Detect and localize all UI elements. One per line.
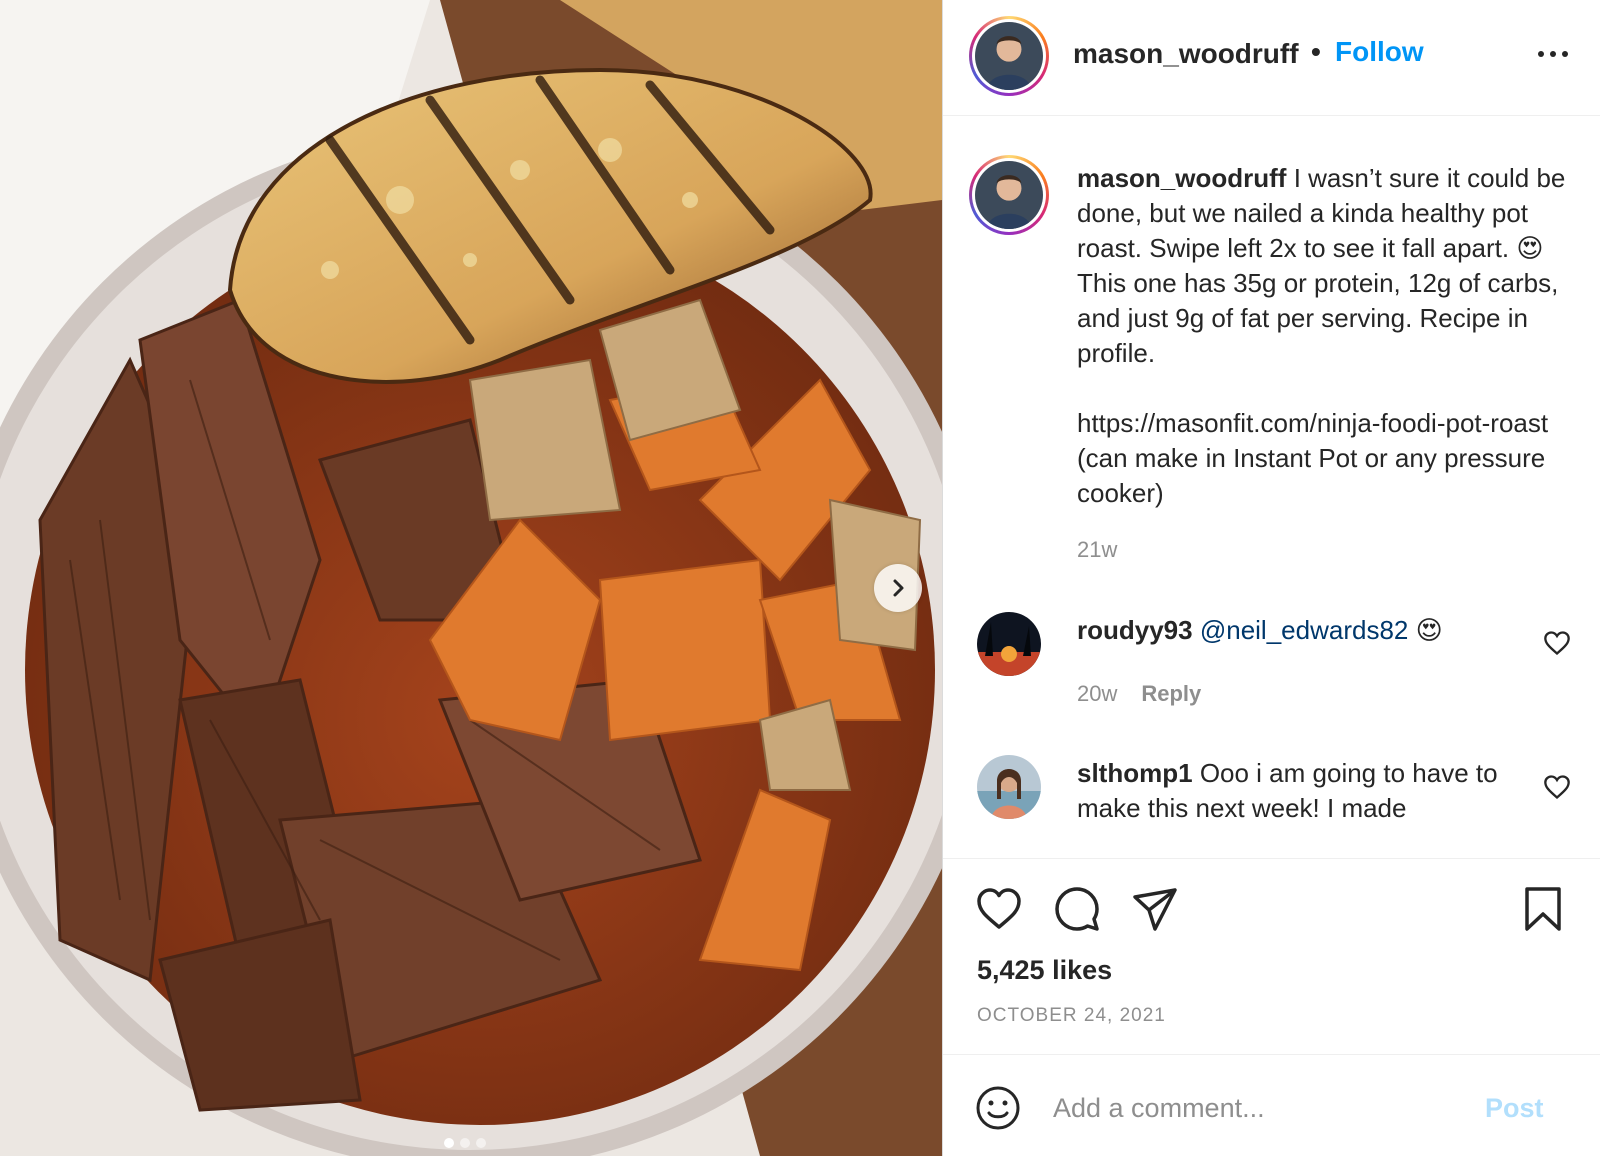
author-username[interactable]: mason_woodruff: [1073, 38, 1299, 70]
commenter-avatar[interactable]: [977, 612, 1041, 676]
caption-text-continued: This one has 35g or protein, 12g of carb…: [1077, 268, 1559, 368]
comment-username[interactable]: roudyy93: [1077, 615, 1193, 645]
heart-eyes-emoji: 😍: [1415, 615, 1443, 645]
post-caption: mason_woodruff I wasn’t sure it could be…: [1077, 161, 1577, 511]
reply-button[interactable]: Reply: [1141, 681, 1201, 707]
avatar-photo: [977, 612, 1041, 676]
comments-section[interactable]: mason_woodruff I wasn’t sure it could be…: [943, 117, 1600, 857]
carousel-dot-active: [444, 1138, 454, 1148]
follow-button[interactable]: Follow: [1335, 36, 1424, 68]
comment-mention[interactable]: @neil_edwards82: [1200, 615, 1409, 645]
carousel-indicator: [444, 1138, 486, 1148]
avatar-photo: [975, 22, 1043, 90]
post-side-panel: mason_woodruff • Follow mason_woodruff I…: [942, 0, 1600, 1156]
add-comment-input[interactable]: [1053, 1081, 1473, 1135]
bookmark-icon[interactable]: [1519, 885, 1567, 933]
post-comment-button[interactable]: Post: [1485, 1093, 1544, 1124]
more-horizontal-icon[interactable]: [1533, 42, 1573, 66]
post-photo[interactable]: [0, 0, 942, 1156]
carousel-dot: [476, 1138, 486, 1148]
avatar-photo: [977, 755, 1041, 819]
comment-username[interactable]: slthomp1: [1077, 758, 1193, 788]
comment-text: slthomp1 Ooo i am going to have to make …: [1077, 756, 1527, 826]
emoji-smiley-icon[interactable]: [975, 1085, 1021, 1131]
comment-like-heart-icon[interactable]: [1543, 629, 1571, 657]
author-avatar[interactable]: [969, 16, 1049, 96]
caption-link-text: https://masonfit.com/ninja-foodi-pot-roa…: [1077, 408, 1549, 508]
comment-like-heart-icon[interactable]: [1543, 773, 1571, 801]
post-date: OCTOBER 24, 2021: [977, 1005, 1166, 1026]
share-paper-plane-icon[interactable]: [1131, 885, 1179, 933]
chevron-right-icon: [893, 579, 904, 597]
comment-composer: Post: [943, 1054, 1600, 1156]
caption-timestamp[interactable]: 21w: [1077, 537, 1117, 563]
avatar-photo: [975, 161, 1043, 229]
commenter-avatar[interactable]: [977, 755, 1041, 819]
separator-dot: •: [1311, 36, 1321, 67]
comment-meta: 20w Reply: [1077, 681, 1201, 707]
next-photo-button[interactable]: [874, 564, 922, 612]
heart-eyes-emoji: 😍: [1516, 233, 1544, 263]
caption-username[interactable]: mason_woodruff: [1077, 163, 1286, 193]
comment-timestamp[interactable]: 20w: [1077, 681, 1117, 707]
likes-count[interactable]: 5,425 likes: [977, 955, 1112, 986]
post-header: mason_woodruff • Follow: [943, 0, 1600, 116]
heart-icon[interactable]: [975, 885, 1023, 933]
pot-roast-photo: [0, 0, 942, 1156]
comment-bubble-icon[interactable]: [1053, 885, 1101, 933]
comment-text: roudyy93 @neil_edwards82 😍: [1077, 613, 1517, 648]
carousel-dot: [460, 1138, 470, 1148]
caption-author-avatar[interactable]: [969, 155, 1049, 235]
post-actions: 5,425 likes OCTOBER 24, 2021: [943, 858, 1600, 1054]
